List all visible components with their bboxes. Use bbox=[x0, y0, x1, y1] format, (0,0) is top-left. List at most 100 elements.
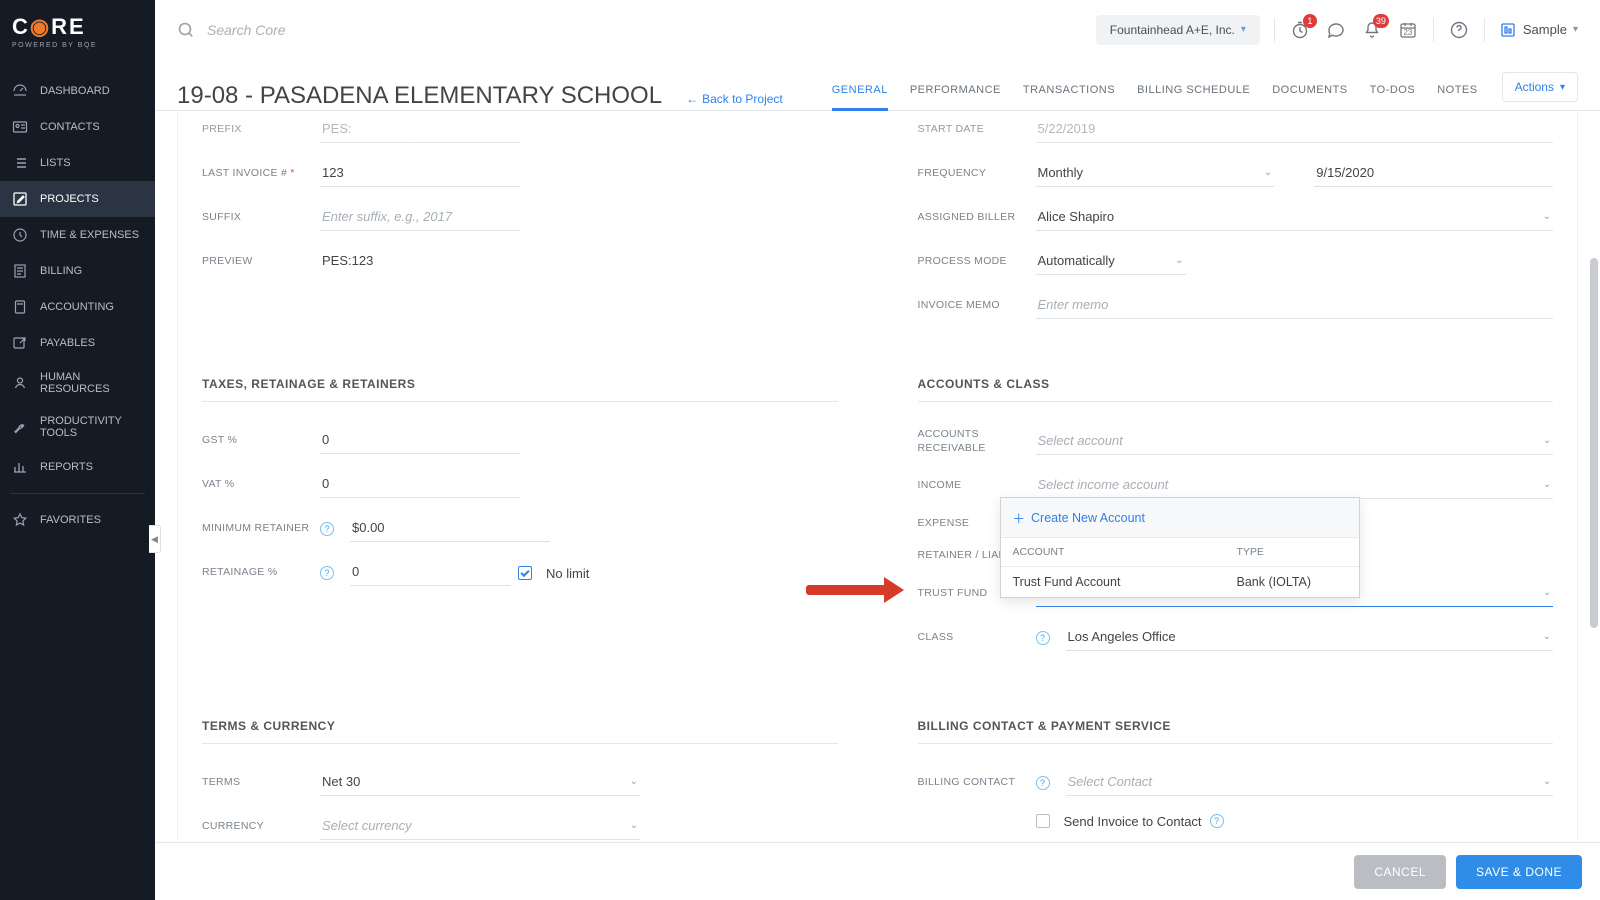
arrow-out-icon bbox=[12, 335, 28, 351]
cancel-button[interactable]: CANCEL bbox=[1354, 855, 1446, 889]
pencil-square-icon bbox=[12, 191, 28, 207]
help-icon[interactable]: ? bbox=[320, 522, 334, 536]
assigned-biller-select[interactable]: Alice Shapiro⌄ bbox=[1036, 205, 1554, 231]
sidebar-item-label: TIME & EXPENSES bbox=[40, 229, 139, 241]
gst-input[interactable] bbox=[320, 428, 520, 454]
sidebar-item-accounting[interactable]: ACCOUNTING bbox=[0, 289, 155, 325]
timer-icon[interactable]: 1 bbox=[1289, 19, 1311, 41]
list-icon bbox=[12, 155, 28, 171]
label-start-date: START DATE bbox=[918, 123, 1026, 137]
tab-general[interactable]: GENERAL bbox=[832, 84, 888, 110]
label-terms: TERMS bbox=[202, 776, 310, 790]
send-invoice-label: Send Invoice to Contact bbox=[1064, 814, 1202, 829]
chevron-down-icon: ⌄ bbox=[1543, 211, 1551, 222]
sidebar-item-contacts[interactable]: CONTACTS bbox=[0, 109, 155, 145]
sidebar-item-label: PROJECTS bbox=[40, 193, 99, 205]
label-retainage: RETAINAGE % bbox=[202, 566, 310, 580]
sidebar-item-reports[interactable]: REPORTS bbox=[0, 449, 155, 485]
gauge-icon bbox=[12, 83, 28, 99]
label-gst: GST % bbox=[202, 434, 310, 448]
create-new-account[interactable]: ＋ Create New Account bbox=[1001, 498, 1359, 538]
sidebar-item-payables[interactable]: PAYABLES bbox=[0, 325, 155, 361]
income-select[interactable]: Select income account⌄ bbox=[1036, 473, 1554, 499]
company-switcher[interactable]: Sample ▾ bbox=[1499, 21, 1578, 39]
sidebar-item-productivity[interactable]: PRODUCTIVITY TOOLS bbox=[0, 405, 155, 449]
sidebar-item-time-expenses[interactable]: TIME & EXPENSES bbox=[0, 217, 155, 253]
process-mode-select[interactable]: Automatically⌄ bbox=[1036, 249, 1186, 275]
plus-icon: ＋ bbox=[1013, 508, 1026, 527]
bar-chart-icon bbox=[12, 459, 28, 475]
chevron-down-icon: ⌄ bbox=[630, 776, 638, 787]
sidebar-item-label: LISTS bbox=[40, 157, 71, 169]
search-input[interactable] bbox=[205, 21, 425, 39]
last-invoice-input[interactable] bbox=[320, 161, 520, 187]
sidebar-item-label: FAVORITES bbox=[40, 514, 101, 526]
start-date-input[interactable] bbox=[1036, 117, 1554, 143]
label-invoice-memo: INVOICE MEMO bbox=[918, 299, 1026, 313]
tab-billing-schedule[interactable]: BILLING SCHEDULE bbox=[1137, 84, 1250, 110]
currency-select[interactable]: Select currency⌄ bbox=[320, 814, 640, 840]
class-select[interactable]: Los Angeles Office⌄ bbox=[1066, 625, 1554, 651]
tab-performance[interactable]: PERFORMANCE bbox=[910, 84, 1001, 110]
label-vat: VAT % bbox=[202, 478, 310, 492]
label-income: INCOME bbox=[918, 479, 1026, 493]
clock-icon bbox=[12, 227, 28, 243]
user-icon bbox=[12, 375, 28, 391]
actions-button[interactable]: Actions ▾ bbox=[1502, 72, 1578, 102]
section-terms: TERMS & CURRENCY bbox=[202, 719, 838, 733]
tab-transactions[interactable]: TRANSACTIONS bbox=[1023, 84, 1115, 110]
sidebar-item-billing[interactable]: BILLING bbox=[0, 253, 155, 289]
label-ar: ACCOUNTS RECEIVABLE bbox=[918, 428, 1026, 455]
label-frequency: FREQUENCY bbox=[918, 167, 1026, 181]
billing-contact-select[interactable]: Select Contact⌄ bbox=[1066, 770, 1554, 796]
help-icon[interactable]: ? bbox=[1210, 814, 1224, 828]
save-done-button[interactable]: SAVE & DONE bbox=[1456, 855, 1582, 889]
suffix-input[interactable] bbox=[320, 205, 520, 231]
sidebar-item-projects[interactable]: PROJECTS bbox=[0, 181, 155, 217]
chevron-down-icon: ⌄ bbox=[1543, 776, 1551, 787]
help-icon[interactable]: ? bbox=[1036, 631, 1050, 645]
scrollbar-thumb[interactable] bbox=[1590, 258, 1598, 628]
sidebar-item-label: DASHBOARD bbox=[40, 85, 110, 97]
tab-notes[interactable]: NOTES bbox=[1437, 84, 1477, 110]
tab-todos[interactable]: TO-DOS bbox=[1370, 84, 1416, 110]
org-switcher[interactable]: Fountainhead A+E, Inc. ▾ bbox=[1096, 15, 1260, 45]
chevron-down-icon: ⌄ bbox=[1264, 167, 1272, 178]
sidebar-item-dashboard[interactable]: DASHBOARD bbox=[0, 73, 155, 109]
help-icon[interactable]: ? bbox=[1036, 776, 1050, 790]
chevron-down-icon: ▾ bbox=[1241, 24, 1246, 35]
calendar-icon[interactable]: 23 bbox=[1397, 19, 1419, 41]
back-to-project-link[interactable]: ← Back to Project bbox=[686, 92, 783, 106]
section-billing-contact: BILLING CONTACT & PAYMENT SERVICE bbox=[918, 719, 1554, 733]
dropdown-option-trust-fund[interactable]: Trust Fund Account Bank (IOLTA) bbox=[1001, 567, 1359, 597]
ar-select[interactable]: Select account⌄ bbox=[1036, 429, 1554, 455]
send-invoice-checkbox[interactable] bbox=[1036, 814, 1050, 828]
chevron-down-icon: ▾ bbox=[1560, 82, 1565, 93]
sidebar-collapse-handle[interactable]: ◀ bbox=[149, 525, 161, 553]
prefix-input[interactable] bbox=[320, 117, 520, 143]
sidebar-item-favorites[interactable]: FAVORITES bbox=[0, 502, 155, 538]
chevron-down-icon: ▾ bbox=[1573, 24, 1578, 35]
vat-input[interactable] bbox=[320, 472, 520, 498]
frequency-end-input[interactable] bbox=[1314, 161, 1553, 187]
label-process-mode: PROCESS MODE bbox=[918, 255, 1026, 269]
wrench-icon bbox=[12, 419, 28, 435]
help-icon[interactable] bbox=[1448, 19, 1470, 41]
badge-timer: 1 bbox=[1303, 14, 1317, 28]
frequency-select[interactable]: Monthly⌄ bbox=[1036, 161, 1275, 187]
tab-documents[interactable]: DOCUMENTS bbox=[1272, 84, 1347, 110]
help-icon[interactable]: ? bbox=[320, 566, 334, 580]
chat-icon[interactable] bbox=[1325, 19, 1347, 41]
terms-select[interactable]: Net 30⌄ bbox=[320, 770, 640, 796]
sidebar-item-hr[interactable]: HUMAN RESOURCES bbox=[0, 361, 155, 405]
chevron-down-icon: ⌄ bbox=[1543, 435, 1551, 446]
bell-icon[interactable]: 39 bbox=[1361, 19, 1383, 41]
sidebar-item-lists[interactable]: LISTS bbox=[0, 145, 155, 181]
retainage-input[interactable] bbox=[350, 560, 510, 586]
label-currency: CURRENCY bbox=[202, 820, 310, 834]
account-dropdown: ＋ Create New Account ACCOUNT TYPE Trust … bbox=[1000, 497, 1360, 598]
invoice-memo-input[interactable] bbox=[1036, 293, 1554, 319]
no-limit-checkbox[interactable] bbox=[518, 566, 532, 580]
min-retainer-input[interactable] bbox=[350, 516, 550, 542]
sidebar-item-label: PAYABLES bbox=[40, 337, 95, 349]
